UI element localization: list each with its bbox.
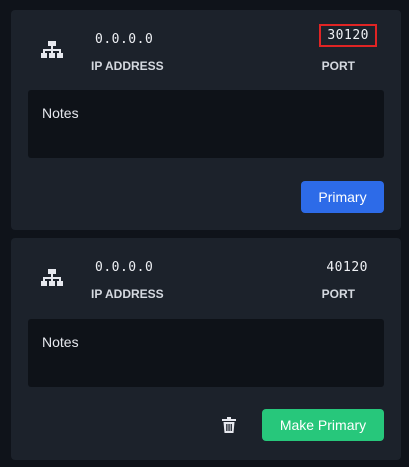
endpoint-card-primary: 0.0.0.0 IP ADDRESS 30120 PORT Notes Prim… — [11, 10, 401, 230]
notes-field[interactable]: Notes — [28, 319, 384, 387]
primary-button[interactable]: Primary — [301, 181, 384, 213]
ip-address-label: IP ADDRESS — [91, 59, 164, 73]
make-primary-button[interactable]: Make Primary — [262, 409, 384, 441]
trash-icon[interactable] — [222, 417, 236, 433]
endpoint-card-secondary: 0.0.0.0 IP ADDRESS 40120 PORT Notes Make… — [11, 238, 401, 460]
ip-address-value: 0.0.0.0 — [95, 260, 154, 275]
port-value: 40120 — [326, 260, 368, 275]
port-value[interactable]: 30120 — [319, 24, 377, 47]
network-icon — [41, 269, 63, 286]
network-icon — [41, 41, 63, 58]
port-label: PORT — [321, 287, 355, 301]
notes-field[interactable]: Notes — [28, 90, 384, 158]
ip-address-value: 0.0.0.0 — [95, 32, 154, 47]
port-label: PORT — [321, 59, 355, 73]
ip-address-label: IP ADDRESS — [91, 287, 164, 301]
